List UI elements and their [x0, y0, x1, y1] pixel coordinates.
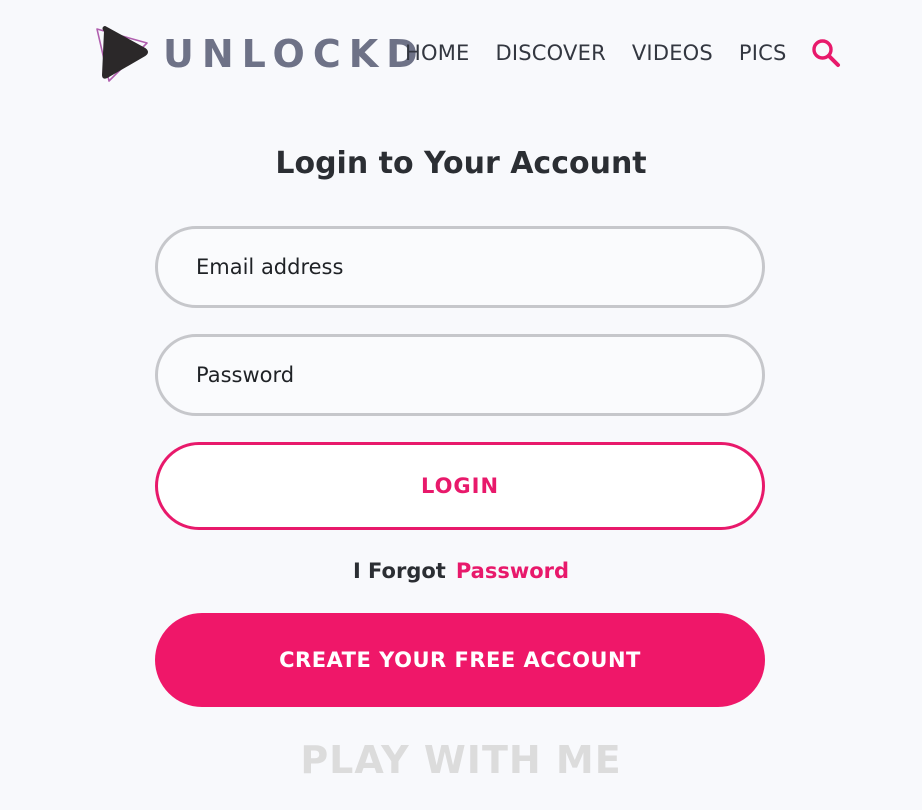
- password-input[interactable]: [158, 363, 762, 387]
- forgot-password-link[interactable]: Password: [456, 559, 569, 583]
- logo[interactable]: UNLOCKD: [95, 25, 426, 83]
- play-logo-icon: [96, 26, 148, 82]
- main-nav: HOME DISCOVER VIDEOS PICS: [405, 38, 841, 68]
- search-icon[interactable]: [811, 38, 841, 68]
- forgot-text: I Forgot: [352, 559, 446, 583]
- password-field-wrapper: [155, 334, 765, 416]
- nav-pics[interactable]: PICS: [739, 38, 787, 68]
- nav-videos[interactable]: VIDEOS: [632, 38, 713, 68]
- forgot-password-row: I Forgot Password: [0, 559, 922, 583]
- brand-name: UNLOCKD: [163, 32, 426, 76]
- nav-home[interactable]: HOME: [405, 38, 470, 68]
- login-button[interactable]: LOGIN: [155, 442, 765, 530]
- create-account-button[interactable]: CREATE YOUR FREE ACCOUNT: [155, 613, 765, 707]
- email-field-wrapper: [155, 226, 765, 308]
- tagline: PLAY WITH ME: [300, 738, 622, 782]
- page-title: Login to Your Account: [275, 146, 647, 181]
- email-input[interactable]: [158, 255, 762, 279]
- site-header: UNLOCKD HOME DISCOVER VIDEOS PICS: [0, 0, 922, 110]
- nav-discover[interactable]: DISCOVER: [496, 38, 606, 68]
